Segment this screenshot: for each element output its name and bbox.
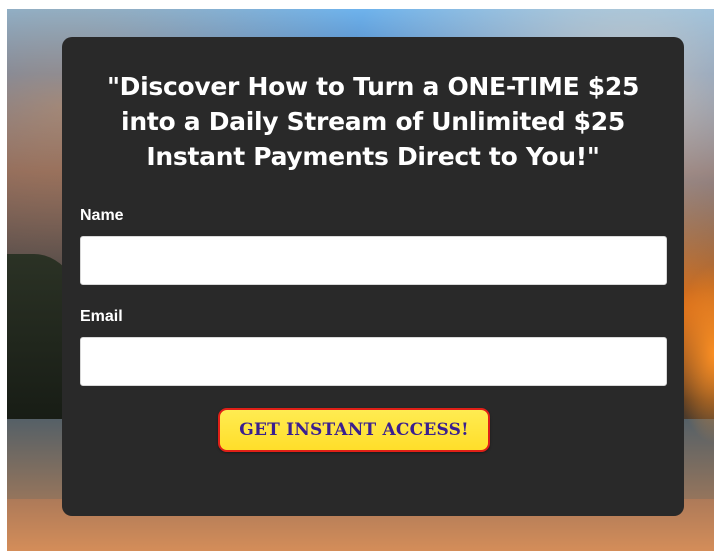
- optin-form-card: "Discover How to Turn a ONE-TIME $25 int…: [62, 37, 684, 516]
- get-instant-access-button[interactable]: GET INSTANT ACCESS!: [218, 408, 490, 452]
- name-input[interactable]: [80, 236, 667, 285]
- email-field-label: Email: [80, 308, 123, 325]
- name-field-label: Name: [80, 207, 124, 224]
- cta-container: GET INSTANT ACCESS!: [80, 408, 666, 452]
- email-input[interactable]: [80, 337, 667, 386]
- optin-headline: "Discover How to Turn a ONE-TIME $25 int…: [106, 72, 640, 171]
